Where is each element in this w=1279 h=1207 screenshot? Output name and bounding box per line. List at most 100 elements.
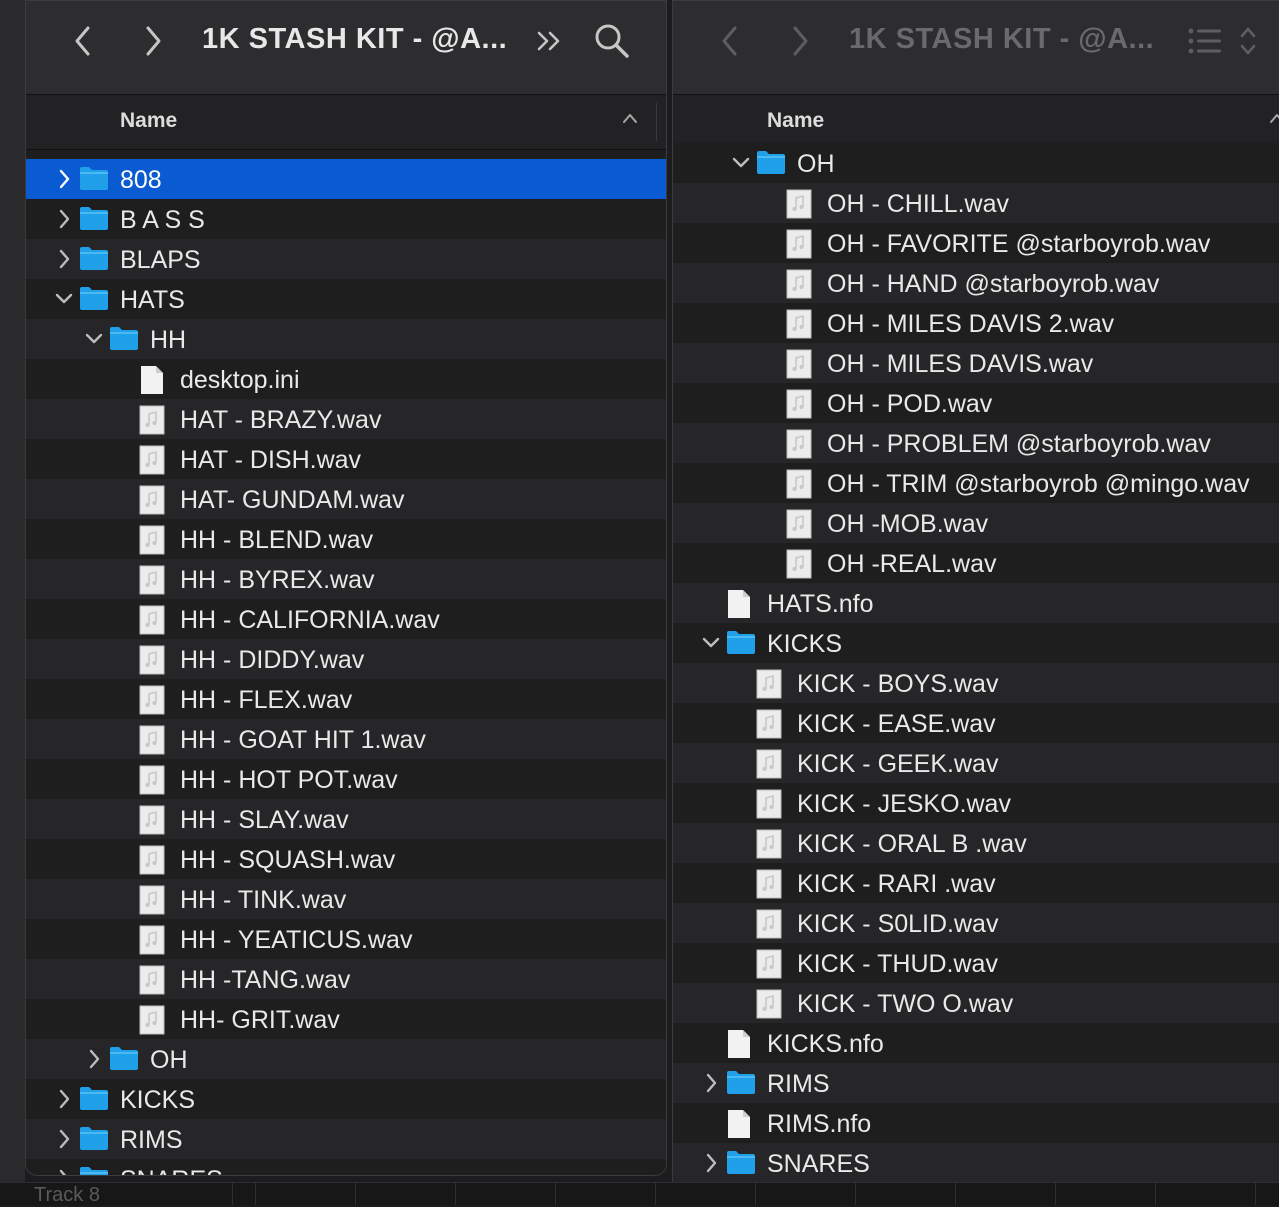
list-row-kick-boys-wav[interactable]: KICK - BOYS.wav	[673, 663, 1279, 703]
list-row-kicks-nfo[interactable]: KICKS.nfo	[673, 1023, 1279, 1063]
list-row-oh-trim-starboyrob-mingo-wav[interactable]: OH - TRIM @starboyrob @mingo.wav	[673, 463, 1279, 503]
list-row-hh-california-wav[interactable]: HH - CALIFORNIA.wav	[26, 599, 666, 639]
list-row-hh-squash-wav[interactable]: HH - SQUASH.wav	[26, 839, 666, 879]
list-row-hats-nfo[interactable]: HATS.nfo	[673, 583, 1279, 623]
list-row-kick-oral-b-wav[interactable]: KICK - ORAL B .wav	[673, 823, 1279, 863]
list-row-kicks[interactable]: KICKS	[26, 1079, 666, 1119]
grid-line	[655, 1183, 656, 1205]
forward-button[interactable]	[783, 21, 817, 61]
list-row-oh-hand-starboyrob-wav[interactable]: OH - HAND @starboyrob.wav	[673, 263, 1279, 303]
list-row-snares[interactable]: SNARES	[26, 1159, 666, 1175]
disclosure-collapsed-icon[interactable]	[54, 1167, 74, 1175]
list-row-kick-s0lid-wav[interactable]: KICK - S0LID.wav	[673, 903, 1279, 943]
file-name: OH - FAVORITE @starboyrob.wav	[827, 230, 1211, 258]
audio-file-icon	[139, 1005, 169, 1035]
audio-file-icon	[756, 869, 786, 899]
list-row-rims[interactable]: RIMS	[26, 1119, 666, 1159]
file-name: HH - YEATICUS.wav	[180, 926, 413, 954]
list-row-hh-yeaticus-wav[interactable]: HH - YEATICUS.wav	[26, 919, 666, 959]
disclosure-expanded-icon[interactable]	[701, 631, 721, 655]
audio-file-icon	[786, 349, 816, 379]
name-column-header[interactable]: Name	[120, 109, 177, 133]
file-name: BLAPS	[120, 246, 201, 274]
grid-line	[1155, 1183, 1156, 1205]
disclosure-collapsed-icon[interactable]	[54, 1087, 74, 1111]
list-row-desktop-ini[interactable]: desktop.ini	[26, 359, 666, 399]
audio-file-icon	[139, 405, 169, 435]
disclosure-collapsed-icon[interactable]	[54, 1127, 74, 1151]
disclosure-collapsed-icon[interactable]	[54, 207, 74, 231]
list-row-hh-tang-wav[interactable]: HH -TANG.wav	[26, 959, 666, 999]
list-row-hh-byrex-wav[interactable]: HH - BYREX.wav	[26, 559, 666, 599]
list-row-hh-diddy-wav[interactable]: HH - DIDDY.wav	[26, 639, 666, 679]
finder-window-right: 1K STASH KIT - @A... Name OH OH - CHILL.w…	[672, 0, 1279, 1184]
list-row-blaps[interactable]: BLAPS	[26, 239, 666, 279]
list-row-oh-pod-wav[interactable]: OH - POD.wav	[673, 383, 1279, 423]
disclosure-collapsed-icon[interactable]	[54, 167, 74, 191]
list-row-hat-dish-wav[interactable]: HAT - DISH.wav	[26, 439, 666, 479]
disclosure-expanded-icon[interactable]	[54, 287, 74, 311]
folder-icon	[79, 1125, 109, 1153]
list-row-hh-blend-wav[interactable]: HH - BLEND.wav	[26, 519, 666, 559]
back-button[interactable]	[713, 21, 747, 61]
view-options-button[interactable]	[1185, 21, 1225, 61]
list-row-oh-miles-davis-wav[interactable]: OH - MILES DAVIS.wav	[673, 343, 1279, 383]
name-column-header[interactable]: Name	[767, 109, 824, 133]
list-row-oh[interactable]: OH	[26, 1039, 666, 1079]
grid-line	[1055, 1183, 1056, 1205]
window-title: 1K STASH KIT - @A...	[202, 23, 508, 55]
file-list: OH OH - CHILL.wav OH - FAVORITE @starboyro…	[673, 143, 1279, 1183]
disclosure-expanded-icon[interactable]	[84, 327, 104, 351]
folder-icon	[79, 245, 109, 273]
list-row-hh-grit-wav[interactable]: HH- GRIT.wav	[26, 999, 666, 1039]
daw-track-strip: Track 8	[0, 1182, 1279, 1206]
list-row-hh-flex-wav[interactable]: HH - FLEX.wav	[26, 679, 666, 719]
list-row-rims[interactable]: RIMS	[673, 1063, 1279, 1103]
list-row-808[interactable]: 808	[26, 159, 666, 199]
list-row-snares[interactable]: SNARES	[673, 1143, 1279, 1183]
back-button[interactable]	[66, 21, 100, 61]
list-row-kicks[interactable]: KICKS	[673, 623, 1279, 663]
list-row-b-a-s-s[interactable]: B A S S	[26, 199, 666, 239]
list-row-hh-hot-pot-wav[interactable]: HH - HOT POT.wav	[26, 759, 666, 799]
list-row-oh-problem-starboyrob-wav[interactable]: OH - PROBLEM @starboyrob.wav	[673, 423, 1279, 463]
list-row-oh-chill-wav[interactable]: OH - CHILL.wav	[673, 183, 1279, 223]
list-row-oh-favorite-starboyrob-wav[interactable]: OH - FAVORITE @starboyrob.wav	[673, 223, 1279, 263]
list-row-kick-ease-wav[interactable]: KICK - EASE.wav	[673, 703, 1279, 743]
view-stepper[interactable]	[1237, 21, 1259, 61]
chevron-right-icon	[793, 26, 808, 56]
search-button[interactable]	[592, 21, 632, 61]
list-row-oh-miles-davis-2-wav[interactable]: OH - MILES DAVIS 2.wav	[673, 303, 1279, 343]
disclosure-expanded-icon[interactable]	[731, 151, 751, 175]
sort-ascending-icon[interactable]	[622, 108, 638, 129]
list-row-oh-mob-wav[interactable]: OH -MOB.wav	[673, 503, 1279, 543]
overflow-button[interactable]	[532, 21, 568, 61]
list-row-hh-slay-wav[interactable]: HH - SLAY.wav	[26, 799, 666, 839]
disclosure-collapsed-icon[interactable]	[54, 247, 74, 271]
list-row-kick-jesko-wav[interactable]: KICK - JESKO.wav	[673, 783, 1279, 823]
list-row-rims-nfo[interactable]: RIMS.nfo	[673, 1103, 1279, 1143]
list-row-kick-thud-wav[interactable]: KICK - THUD.wav	[673, 943, 1279, 983]
sort-ascending-icon[interactable]	[1269, 108, 1279, 129]
audio-file-icon	[139, 525, 169, 555]
chevron-left-icon	[722, 26, 737, 56]
list-row-kick-two-o-wav[interactable]: KICK - TWO O.wav	[673, 983, 1279, 1023]
list-row-oh-real-wav[interactable]: OH -REAL.wav	[673, 543, 1279, 583]
list-row-hh-goat-hit-1-wav[interactable]: HH - GOAT HIT 1.wav	[26, 719, 666, 759]
list-row-hat-brazy-wav[interactable]: HAT - BRAZY.wav	[26, 399, 666, 439]
list-row-hats[interactable]: HATS	[26, 279, 666, 319]
list-row-hh-tink-wav[interactable]: HH - TINK.wav	[26, 879, 666, 919]
forward-button[interactable]	[136, 21, 170, 61]
list-row-oh[interactable]: OH	[673, 143, 1279, 183]
disclosure-collapsed-icon[interactable]	[84, 1047, 104, 1071]
file-name: SNARES	[120, 1166, 223, 1175]
disclosure-collapsed-icon[interactable]	[701, 1151, 721, 1175]
folder-icon	[79, 285, 109, 313]
list-row-kick-geek-wav[interactable]: KICK - GEEK.wav	[673, 743, 1279, 783]
list-row-hh[interactable]: HH	[26, 319, 666, 359]
audio-file-icon	[139, 445, 169, 475]
list-row-hat-gundam-wav[interactable]: HAT- GUNDAM.wav	[26, 479, 666, 519]
list-row-kick-rari-wav[interactable]: KICK - RARI .wav	[673, 863, 1279, 903]
disclosure-collapsed-icon[interactable]	[701, 1071, 721, 1095]
folder-icon	[726, 1149, 756, 1177]
